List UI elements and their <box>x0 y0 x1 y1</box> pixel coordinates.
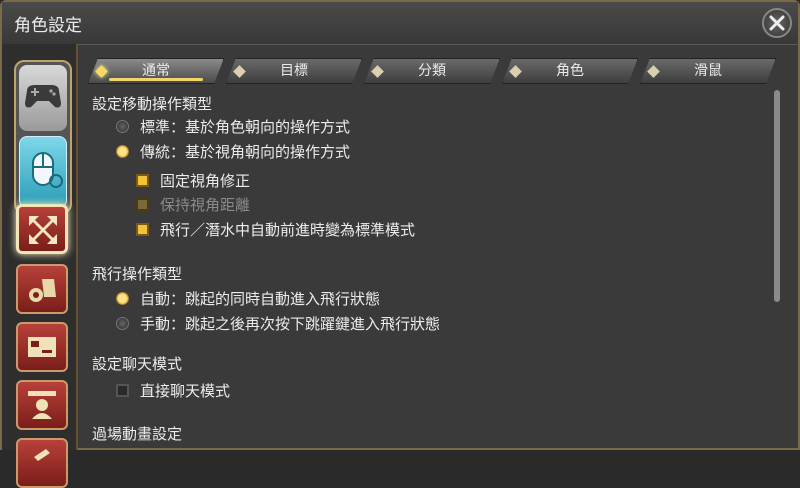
window-title: 角色設定 <box>14 16 82 36</box>
option-label: 固定視角修正 <box>160 172 251 190</box>
character-category-button[interactable] <box>16 380 68 430</box>
person-icon <box>28 391 56 419</box>
card-category-button[interactable] <box>16 322 68 372</box>
option-label: 飛行／潛水中自動前進時變為標準模式 <box>160 221 416 239</box>
close-button[interactable] <box>762 8 792 38</box>
checkbox-unchecked[interactable] <box>116 384 129 397</box>
gamepad-icon <box>25 85 61 108</box>
tab-target[interactable]: 目標 <box>226 58 362 84</box>
radio-button[interactable] <box>116 317 129 330</box>
option-label: 手動：跳起之後再次按下跳躍鍵進入飛行狀態 <box>140 315 441 333</box>
tab-label: 目標 <box>280 63 308 79</box>
cutscene-heading: 過場動畫設定 <box>92 425 183 443</box>
checkbox-checked[interactable] <box>136 174 149 187</box>
scrollbar[interactable] <box>774 90 780 302</box>
settings-panel: 通常 目標 分類 角色 滑鼠 設定移動操作類型 標準：基於角色朝向的操作方式 傳… <box>82 50 794 450</box>
tab-bar: 通常 目標 分類 角色 滑鼠 <box>88 58 788 84</box>
tab-category[interactable]: 分類 <box>364 58 500 84</box>
option-label: 傳統：基於視角朝向的操作方式 <box>140 143 351 161</box>
tab-gem-icon <box>233 65 246 78</box>
input-mode-group <box>14 60 72 214</box>
mouse-icon <box>32 152 63 188</box>
tab-gem-icon <box>371 65 384 78</box>
character-settings-window: 角色設定 通常 目標 分類 角色 滑鼠 設定移動操作類型 標準：基於角色朝向的操… <box>0 0 800 488</box>
tab-gem-icon <box>647 65 660 78</box>
option-label: 保持視角距離 <box>160 196 251 214</box>
mouse-mode-button[interactable] <box>19 136 67 208</box>
checkbox-disabled <box>136 198 149 211</box>
tab-label: 分類 <box>418 63 446 79</box>
option-label: 自動：跳起的同時自動進入飛行狀態 <box>140 290 381 308</box>
movement-type-heading: 設定移動操作類型 <box>92 95 213 113</box>
move-arrows-icon <box>29 216 57 244</box>
other-category-button[interactable] <box>16 438 68 488</box>
tab-label: 通常 <box>142 63 170 79</box>
sidebar <box>2 44 78 488</box>
option-label: 直接聊天模式 <box>140 382 231 400</box>
checkbox-checked[interactable] <box>136 223 149 236</box>
tab-character[interactable]: 角色 <box>502 58 638 84</box>
title-bar: 角色設定 <box>2 2 798 45</box>
tab-gem-icon <box>95 65 108 78</box>
close-icon <box>769 15 785 31</box>
flight-type-heading: 飛行操作類型 <box>92 265 183 283</box>
tab-label: 滑鼠 <box>694 63 722 79</box>
radio-button-selected[interactable] <box>116 145 129 158</box>
radio-button-selected[interactable] <box>116 292 129 305</box>
gamepad-mode-button[interactable] <box>19 65 67 131</box>
tab-general[interactable]: 通常 <box>88 58 224 84</box>
tab-label: 角色 <box>556 63 584 79</box>
tab-mouse[interactable]: 滑鼠 <box>640 58 776 84</box>
active-tab-indicator <box>109 78 203 81</box>
radio-button[interactable] <box>116 120 129 133</box>
option-label: 標準：基於角色朝向的操作方式 <box>140 118 351 136</box>
gear-bag-icon <box>29 279 56 302</box>
chat-mode-heading: 設定聊天模式 <box>92 355 183 373</box>
tab-gem-icon <box>509 65 522 78</box>
tool-icon <box>34 449 50 461</box>
movement-category-button[interactable] <box>16 204 68 254</box>
card-icon <box>28 337 56 357</box>
gear-bag-category-button[interactable] <box>16 264 68 314</box>
